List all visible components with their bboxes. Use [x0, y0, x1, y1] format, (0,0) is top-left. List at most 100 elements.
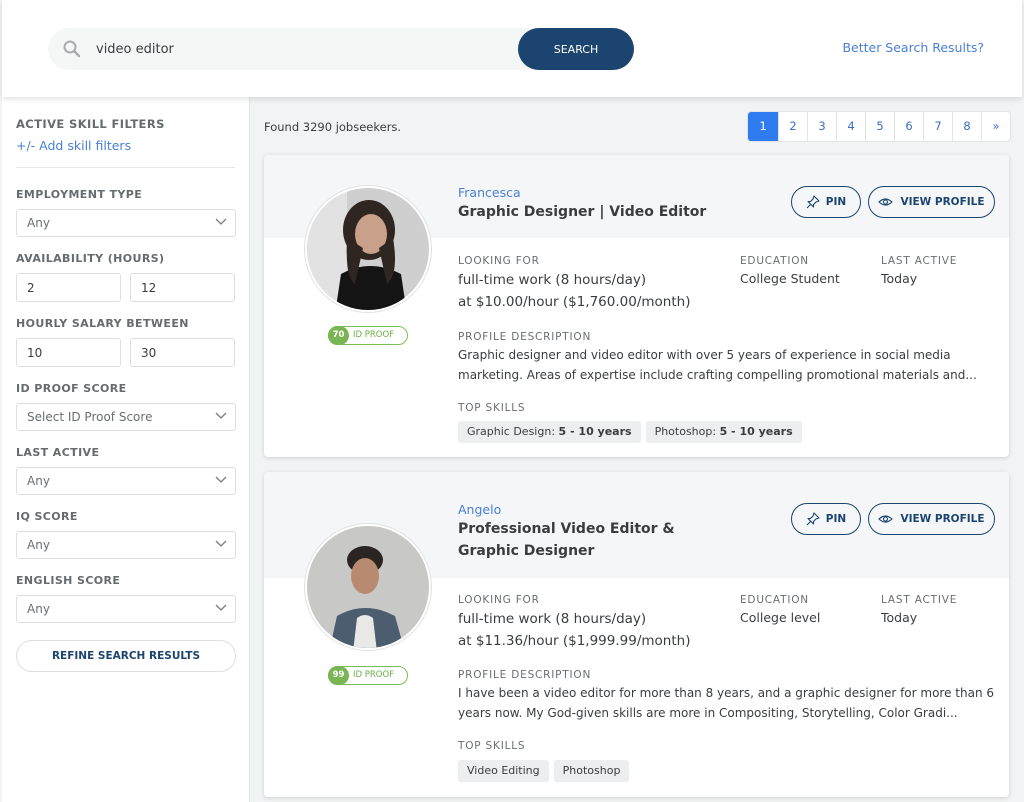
- hourly-salary-label: HOURLY SALARY BETWEEN: [16, 317, 189, 330]
- availability-max-input[interactable]: [130, 273, 235, 302]
- active-skill-filters-heading: ACTIVE SKILL FILTERS: [16, 117, 165, 131]
- skill-chip: Photoshop: 5 - 10 years: [645, 421, 802, 443]
- page-7[interactable]: 7: [923, 112, 952, 141]
- search-input[interactable]: [96, 28, 516, 70]
- better-search-results-link[interactable]: Better Search Results?: [842, 40, 984, 55]
- pin-button[interactable]: PIN: [791, 503, 861, 535]
- employment-type-select[interactable]: Any: [16, 209, 236, 237]
- avatar[interactable]: [305, 186, 431, 312]
- iq-score-value: Any: [27, 538, 50, 552]
- avatar-photo: [307, 188, 429, 310]
- skill-chip: Graphic Design: 5 - 10 years: [458, 421, 641, 443]
- hourly-salary-min-input[interactable]: [16, 338, 121, 367]
- id-proof-label: ID PROOF: [353, 670, 395, 680]
- candidate-title: Professional Video Editor & Graphic Desi…: [458, 521, 675, 559]
- filter-id-proof-score: ID PROOF SCORE Select ID Proof Score: [16, 382, 236, 431]
- view-profile-label: VIEW PROFILE: [900, 513, 985, 525]
- profile-description-label: PROFILE DESCRIPTION: [458, 331, 592, 343]
- search-button[interactable]: SEARCH: [518, 28, 634, 70]
- id-proof-badge: 99 ID PROOF: [328, 666, 408, 685]
- filter-last-active: LAST ACTIVE Any: [16, 446, 236, 495]
- education-value: College Student: [740, 271, 840, 286]
- eye-icon: [878, 515, 894, 523]
- profile-description-label: PROFILE DESCRIPTION: [458, 669, 592, 681]
- chevron-down-icon: [215, 604, 227, 611]
- looking-for-rate: at $11.36/hour ($1,999.99/month): [458, 633, 691, 649]
- page-1[interactable]: 1: [748, 112, 778, 141]
- search-bar: SEARCH: [48, 28, 634, 70]
- skill-chip: Video Editing: [458, 760, 549, 782]
- view-profile-label: VIEW PROFILE: [900, 196, 985, 208]
- filter-availability: AVAILABILITY (HOURS): [16, 252, 235, 302]
- last-active-value: Today: [881, 610, 918, 625]
- top-header: SEARCH Better Search Results?: [2, 0, 1022, 97]
- hourly-salary-max-input[interactable]: [130, 338, 235, 367]
- id-proof-score: 99: [328, 666, 349, 685]
- chevron-down-icon: [215, 540, 227, 547]
- last-active-label: LAST ACTIVE: [881, 255, 958, 267]
- candidate-name-link[interactable]: Angelo: [458, 502, 501, 517]
- page-3[interactable]: 3: [807, 112, 836, 141]
- next-page[interactable]: »: [981, 112, 1010, 141]
- pin-label: PIN: [825, 196, 847, 208]
- id-proof-badge: 70 ID PROOF: [328, 326, 408, 345]
- filter-employment-type: EMPLOYMENT TYPE Any: [16, 188, 236, 237]
- iq-score-label: IQ SCORE: [16, 510, 78, 523]
- avatar[interactable]: [305, 524, 431, 650]
- id-proof-score-value: Select ID Proof Score: [27, 410, 153, 424]
- looking-for-label: LOOKING FOR: [458, 594, 540, 606]
- chevron-down-icon: [215, 476, 227, 483]
- view-profile-button[interactable]: VIEW PROFILE: [868, 503, 995, 535]
- page-6[interactable]: 6: [894, 112, 923, 141]
- employment-type-label: EMPLOYMENT TYPE: [16, 188, 143, 201]
- add-skill-filters-link[interactable]: +/- Add skill filters: [16, 138, 235, 153]
- pin-icon: [806, 512, 820, 526]
- chevron-down-icon: [215, 218, 227, 225]
- page-4[interactable]: 4: [836, 112, 865, 141]
- employment-type-value: Any: [27, 216, 50, 230]
- last-active-label: LAST ACTIVE: [16, 446, 100, 459]
- chevron-down-icon: [215, 412, 227, 419]
- looking-for-rate: at $10.00/hour ($1,760.00/month): [458, 294, 691, 310]
- filter-hourly-salary: HOURLY SALARY BETWEEN: [16, 317, 235, 367]
- top-skills-label: TOP SKILLS: [458, 740, 526, 752]
- english-score-select[interactable]: Any: [16, 595, 236, 623]
- page-8[interactable]: 8: [952, 112, 981, 141]
- search-icon: [63, 40, 81, 58]
- looking-for-hours: full-time work (8 hours/day): [458, 611, 647, 627]
- last-active-label: LAST ACTIVE: [881, 594, 958, 606]
- filters-sidebar: ACTIVE SKILL FILTERS +/- Add skill filte…: [2, 97, 250, 802]
- view-profile-button[interactable]: VIEW PROFILE: [868, 186, 995, 218]
- avatar-photo: [307, 526, 429, 648]
- pin-button[interactable]: PIN: [791, 186, 861, 218]
- last-active-select[interactable]: Any: [16, 467, 236, 495]
- page-5[interactable]: 5: [865, 112, 894, 141]
- education-label: EDUCATION: [740, 255, 809, 267]
- eye-icon: [878, 198, 894, 206]
- looking-for-label: LOOKING FOR: [458, 255, 540, 267]
- skills-list: Video Editing Photoshop: [458, 760, 630, 782]
- top-skills-label: TOP SKILLS: [458, 402, 526, 414]
- english-score-label: ENGLISH SCORE: [16, 574, 121, 587]
- availability-min-input[interactable]: [16, 273, 121, 302]
- education-label: EDUCATION: [740, 594, 809, 606]
- education-value: College level: [740, 610, 821, 625]
- candidate-name-link[interactable]: Francesca: [458, 185, 521, 200]
- pin-icon: [806, 195, 820, 209]
- id-proof-score-label: ID PROOF SCORE: [16, 382, 127, 395]
- id-proof-score-select[interactable]: Select ID Proof Score: [16, 403, 236, 431]
- sidebar-divider: [16, 167, 235, 168]
- refine-search-results-button[interactable]: REFINE SEARCH RESULTS: [16, 640, 236, 672]
- filter-english-score: ENGLISH SCORE Any: [16, 574, 236, 623]
- iq-score-select[interactable]: Any: [16, 531, 236, 559]
- skills-list: Graphic Design: 5 - 10 years Photoshop: …: [458, 421, 802, 443]
- pagination: 1 2 3 4 5 6 7 8 »: [747, 111, 1011, 142]
- filter-iq-score: IQ SCORE Any: [16, 510, 236, 559]
- pin-label: PIN: [825, 513, 847, 525]
- results-count: Found 3290 jobseekers.: [264, 120, 402, 134]
- page-2[interactable]: 2: [778, 112, 807, 141]
- last-active-value: Today: [881, 271, 918, 286]
- last-active-value: Any: [27, 474, 50, 488]
- skill-chip: Photoshop: [553, 760, 630, 782]
- id-proof-score: 70: [328, 326, 349, 345]
